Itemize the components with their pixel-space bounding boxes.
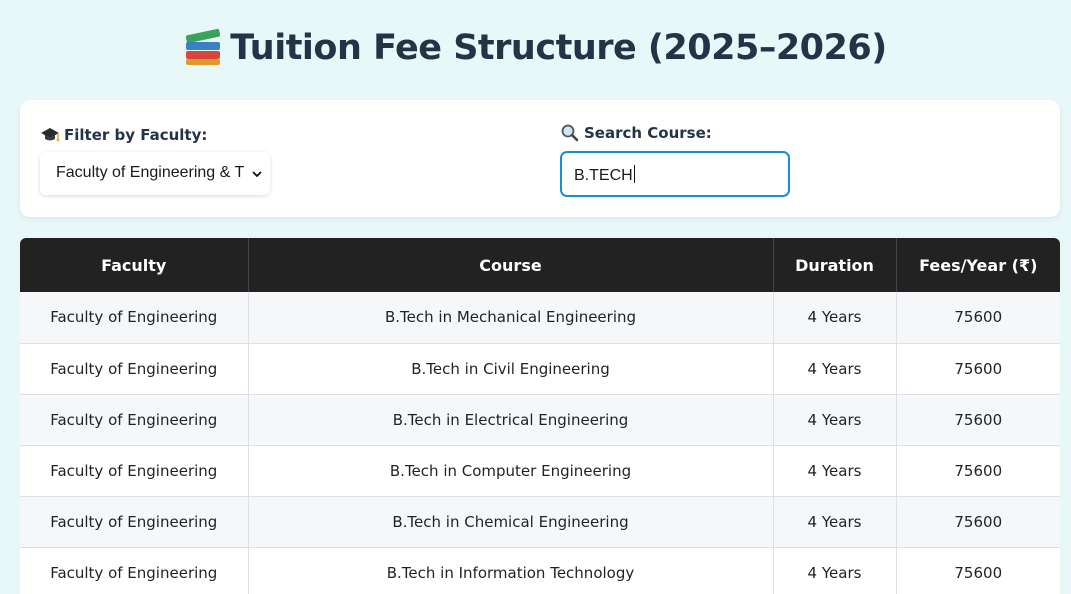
page-title-text: Tuition Fee Structure (2025–2026) [230, 28, 887, 68]
cell-faculty: Faculty of Engineering [20, 547, 249, 594]
page: Tuition Fee Structure (2025–2026) Filter… [0, 0, 1071, 594]
cell-course: B.Tech in Chemical Engineering [248, 496, 774, 548]
cell-course: B.Tech in Information Technology [248, 547, 774, 594]
search-input[interactable]: B.TECH [560, 151, 790, 197]
column-header-fees[interactable]: Fees/Year (₹) [896, 238, 1060, 292]
chevron-down-icon [252, 166, 262, 178]
cell-course: B.Tech in Electrical Engineering [248, 394, 774, 446]
faculty-select-value: Faculty of Engineering & T [56, 164, 244, 181]
cell-duration: 4 Years [773, 445, 897, 497]
search-filter-group: Search Course: [560, 124, 712, 142]
faculty-filter-group: Filter by Faculty: [40, 126, 207, 144]
books-icon [184, 28, 222, 66]
cell-faculty: Faculty of Engineering [20, 496, 249, 548]
cell-duration: 4 Years [773, 547, 897, 594]
column-header-faculty[interactable]: Faculty [20, 238, 249, 292]
cell-fees: 75600 [896, 496, 1060, 548]
cell-faculty: Faculty of Engineering [20, 445, 249, 497]
search-filter-label: Search Course: [560, 124, 712, 142]
column-header-duration[interactable]: Duration [773, 238, 897, 292]
cell-fees: 75600 [896, 445, 1060, 497]
cell-duration: 4 Years [773, 394, 897, 446]
graduation-cap-icon [40, 126, 60, 144]
magnifier-icon [560, 124, 580, 142]
cell-course: B.Tech in Computer Engineering [248, 445, 774, 497]
cell-duration: 4 Years [773, 343, 897, 395]
faculty-filter-label-text: Filter by Faculty: [64, 126, 208, 144]
table-row: Faculty of Engineering B.Tech in Civil E… [20, 343, 1060, 395]
cell-duration: 4 Years [773, 292, 897, 344]
cell-duration: 4 Years [773, 496, 897, 548]
table-row: Faculty of Engineering B.Tech in Electri… [20, 394, 1060, 446]
table-row: Faculty of Engineering B.Tech in Chemica… [20, 496, 1060, 548]
table-row: Faculty of Engineering B.Tech in Mechani… [20, 292, 1060, 344]
cell-fees: 75600 [896, 343, 1060, 395]
search-filter-label-text: Search Course: [584, 124, 712, 142]
cell-course: B.Tech in Mechanical Engineering [248, 292, 774, 344]
cell-faculty: Faculty of Engineering [20, 343, 249, 395]
cell-fees: 75600 [896, 394, 1060, 446]
table-row: Faculty of Engineering B.Tech in Informa… [20, 547, 1060, 594]
table-header-row: Faculty Course Duration Fees/Year (₹) [20, 238, 1060, 292]
search-input-value: B.TECH [574, 167, 633, 184]
cell-faculty: Faculty of Engineering [20, 394, 249, 446]
cell-course: B.Tech in Civil Engineering [248, 343, 774, 395]
column-header-course[interactable]: Course [248, 238, 774, 292]
text-caret [633, 165, 635, 183]
filter-panel: Filter by Faculty: Faculty of Engineerin… [20, 100, 1060, 217]
faculty-select[interactable]: Faculty of Engineering & T [40, 152, 270, 195]
fee-table: Faculty Course Duration Fees/Year (₹) Fa… [20, 238, 1060, 594]
cell-faculty: Faculty of Engineering [20, 292, 249, 344]
faculty-filter-label: Filter by Faculty: [40, 126, 207, 144]
page-title: Tuition Fee Structure (2025–2026) [0, 28, 1071, 68]
cell-fees: 75600 [896, 292, 1060, 344]
table-row: Faculty of Engineering B.Tech in Compute… [20, 445, 1060, 497]
cell-fees: 75600 [896, 547, 1060, 594]
